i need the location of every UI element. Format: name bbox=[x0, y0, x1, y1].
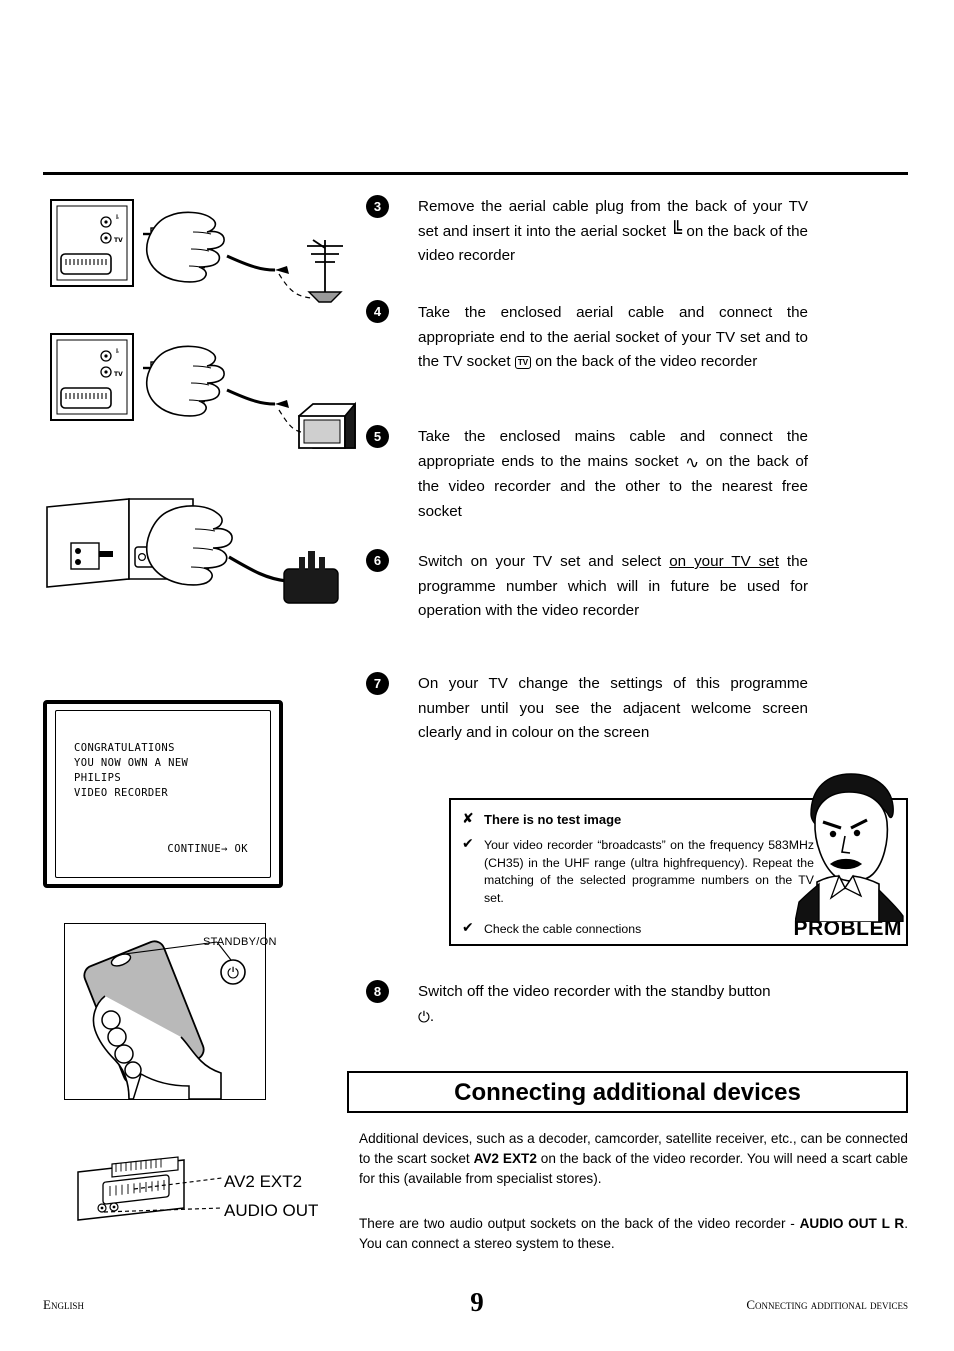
figure-av2-audio-out bbox=[74, 1150, 234, 1230]
step-4-text-after: on the back of the video recorder bbox=[531, 353, 758, 370]
av2-ext2-figure-label: AV2 EXT2 bbox=[224, 1172, 303, 1191]
svg-text:⏻: ⏻ bbox=[227, 964, 239, 982]
welcome-screen-text: CONGRATULATIONS YOU NOW OWN A NEW PHILIP… bbox=[74, 741, 188, 801]
step-8-text-after: . bbox=[429, 1007, 435, 1025]
step-8-number: 8 bbox=[366, 980, 389, 1003]
welcome-line-3: PHILIPS bbox=[74, 772, 122, 784]
welcome-continue-text: CONTINUE→ OK bbox=[167, 843, 248, 855]
problem-item-1: Your video recorder “broadcasts” on the … bbox=[484, 838, 814, 905]
mains-sine-icon: ∿ bbox=[684, 452, 700, 473]
para2-audio-bold: AUDIO OUT L R bbox=[799, 1216, 905, 1231]
remote-control-figure: ⏻ bbox=[64, 923, 266, 1100]
step-6-number: 6 bbox=[366, 549, 389, 572]
svg-text:TV: TV bbox=[114, 371, 123, 378]
step-3-number: 3 bbox=[366, 195, 389, 218]
welcome-screen-inner: CONGRATULATIONS YOU NOW OWN A NEW PHILIP… bbox=[55, 710, 271, 878]
section-paragraph-2: There are two audio output sockets on th… bbox=[359, 1214, 908, 1254]
welcome-line-1: CONGRATULATIONS bbox=[74, 742, 175, 754]
cross-icon: ✘ bbox=[462, 811, 474, 827]
step-8-text-before: Switch off the video recorder with the s… bbox=[418, 983, 771, 1000]
step-4-number: 4 bbox=[366, 300, 389, 323]
para1-av2-bold: AV2 EXT2 bbox=[473, 1151, 537, 1166]
step-6-text-before: Switch on your TV set and select bbox=[418, 553, 670, 570]
check-icon-2: ✔ bbox=[462, 920, 474, 936]
step-7-number: 7 bbox=[366, 672, 389, 695]
problem-title: There is no test image bbox=[484, 812, 622, 827]
audio-out-figure-label: AUDIO OUT bbox=[224, 1201, 319, 1220]
step-4-text: Take the enclosed aerial cable and conne… bbox=[418, 301, 808, 375]
step-6-underlined: on your TV set bbox=[669, 553, 779, 570]
section-paragraph-1: Additional devices, such as a decoder, c… bbox=[359, 1129, 908, 1189]
document-page: ╚ TV ╚ TV CONGRATULATIONS YOU NOW OWN A … bbox=[0, 0, 954, 1351]
step-8-text: Switch off the video recorder with the s… bbox=[418, 980, 778, 1029]
figure-aerial-to-tv: ╚ TV bbox=[43, 330, 363, 470]
tv-socket-icon: TV bbox=[514, 356, 532, 369]
check-icon-1: ✔ bbox=[462, 836, 474, 852]
welcome-screen-figure: CONGRATULATIONS YOU NOW OWN A NEW PHILIP… bbox=[43, 700, 283, 888]
figure-mains-cable bbox=[43, 495, 343, 620]
step-6-text: Switch on your TV set and select on your… bbox=[418, 550, 808, 624]
standby-on-label: STANDBY/ON bbox=[203, 936, 277, 948]
figure-aerial-to-recorder: ╚ TV bbox=[43, 196, 343, 316]
aerial-icon: ╚ bbox=[670, 220, 682, 243]
svg-text:╚: ╚ bbox=[115, 214, 119, 222]
section-heading-box: Connecting additional devices bbox=[347, 1071, 908, 1113]
step-3-text: Remove the aerial cable plug from the ba… bbox=[418, 195, 808, 269]
step-5-number: 5 bbox=[366, 425, 389, 448]
step-5-text: Take the enclosed mains cable and connec… bbox=[418, 425, 808, 524]
svg-text:TV: TV bbox=[114, 237, 123, 244]
top-rule bbox=[43, 172, 908, 175]
angry-face-illustration bbox=[794, 770, 913, 923]
para2-part-a: There are two audio output sockets on th… bbox=[359, 1216, 800, 1231]
problem-item-2: Check the cable connections bbox=[484, 922, 642, 936]
step-7-text: On your TV change the settings of this p… bbox=[418, 675, 808, 741]
footer-section-title: Connecting additional devices bbox=[746, 1297, 908, 1312]
standby-power-icon: ⏻ bbox=[418, 1007, 430, 1026]
welcome-line-4: VIDEO RECORDER bbox=[74, 787, 169, 799]
section-heading: Connecting additional devices bbox=[454, 1079, 801, 1106]
welcome-line-2: YOU NOW OWN A NEW bbox=[74, 757, 189, 769]
svg-text:╚: ╚ bbox=[115, 348, 119, 356]
